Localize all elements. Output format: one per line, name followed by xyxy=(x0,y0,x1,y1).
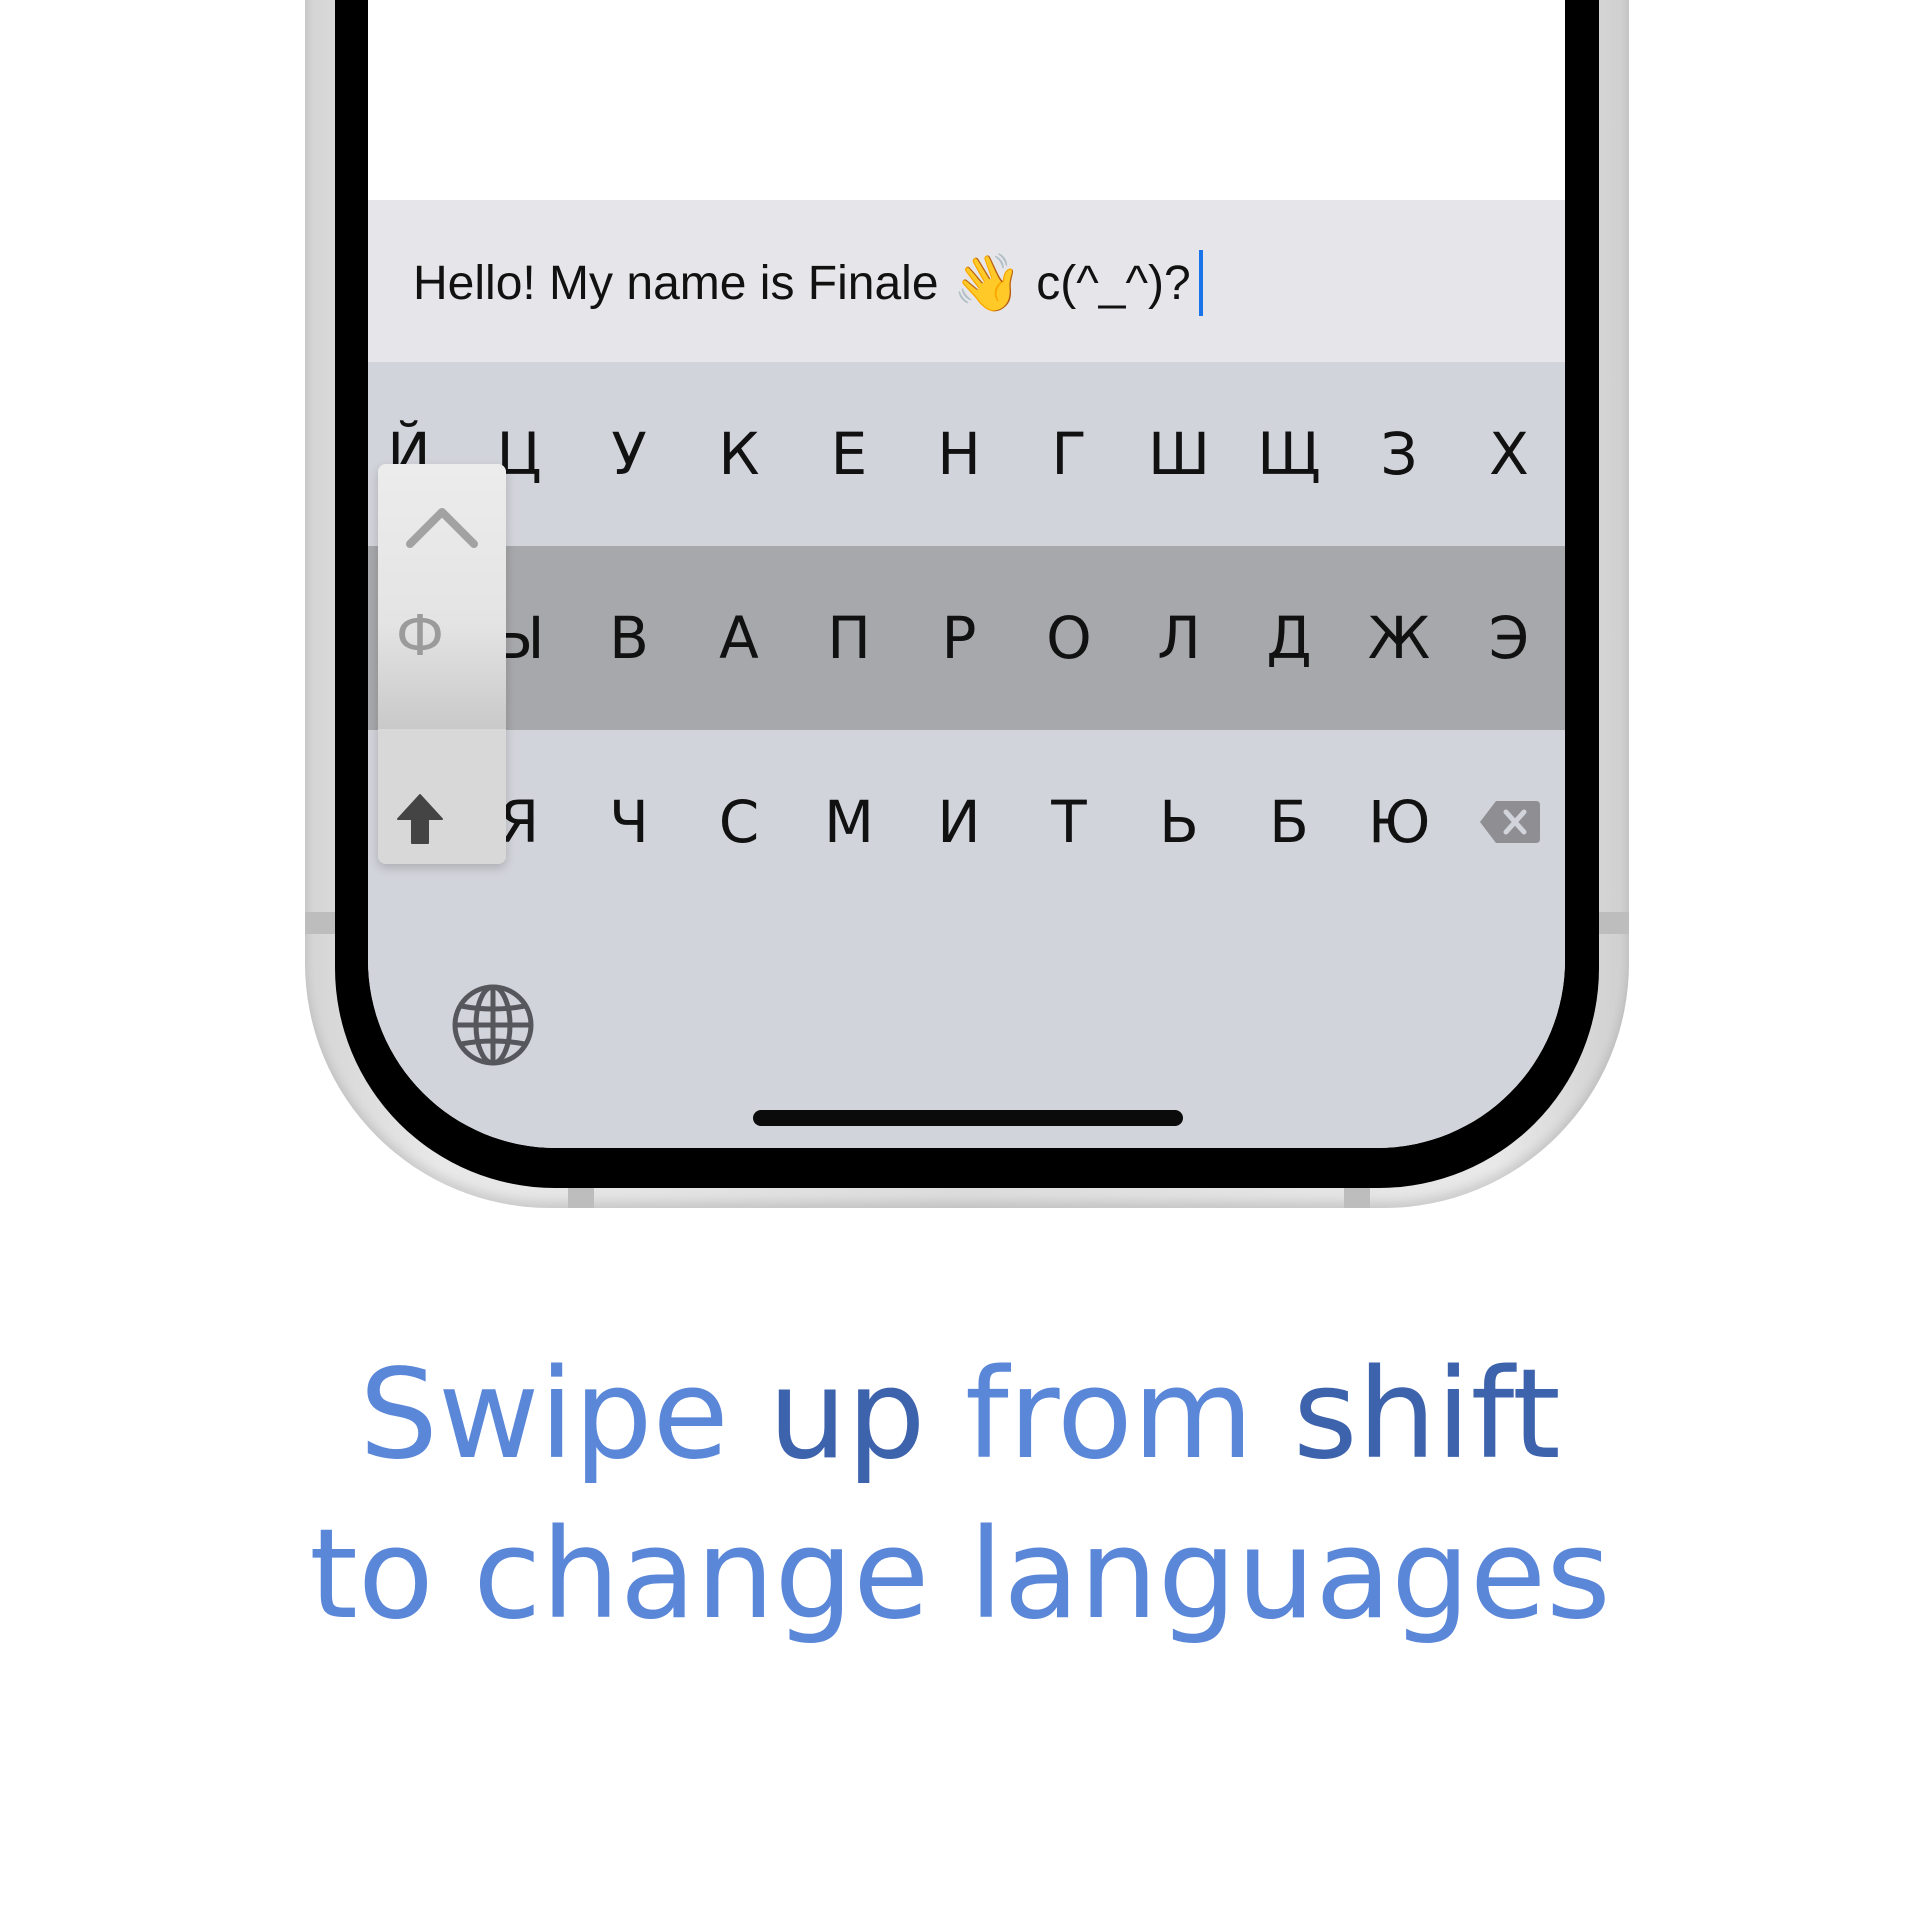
chevron-up-icon xyxy=(406,508,478,548)
key[interactable]: Т xyxy=(1014,730,1124,914)
key[interactable]: Э xyxy=(1454,546,1564,730)
keyboard-row-1: Й Ц У К Е Н Г Ш Щ З Х xyxy=(368,362,1565,546)
key[interactable]: Р xyxy=(904,546,1014,730)
text-caret xyxy=(1198,250,1203,316)
key[interactable]: Х xyxy=(1454,362,1564,546)
key[interactable]: Л xyxy=(1124,546,1234,730)
key[interactable]: С xyxy=(684,730,794,914)
key[interactable]: М xyxy=(794,730,904,914)
keyboard-row-3: Я Ч С М И Т Ь Б Ю xyxy=(368,730,1565,914)
waving-hand-emoji: 👋 xyxy=(952,251,1023,314)
popup-letter: Ф xyxy=(395,603,445,669)
key[interactable]: О xyxy=(1014,546,1124,730)
home-indicator xyxy=(753,1110,1183,1126)
caption-word-up: up xyxy=(768,1343,926,1487)
phone-antenna-band-left xyxy=(305,912,335,934)
key[interactable]: Ь xyxy=(1124,730,1234,914)
key[interactable]: Е xyxy=(794,362,904,546)
key[interactable]: А xyxy=(684,546,794,730)
typed-text: Hello! My name is Finale xyxy=(413,256,939,310)
globe-icon[interactable] xyxy=(450,982,536,1068)
language-switch-popup[interactable]: Ф xyxy=(378,464,506,864)
key[interactable]: З xyxy=(1344,362,1454,546)
key[interactable]: У xyxy=(574,362,684,546)
typed-text-line: Hello! My name is Finale 👋 c(^_^)? xyxy=(413,250,1203,316)
key[interactable]: Ж xyxy=(1344,546,1454,730)
caption-word-swipe: Swipe xyxy=(359,1343,729,1487)
caption-word-shift: shift xyxy=(1292,1343,1561,1487)
key[interactable]: И xyxy=(904,730,1014,914)
caption-word-from: from xyxy=(964,1343,1254,1487)
key[interactable]: Щ xyxy=(1234,362,1344,546)
backspace-icon[interactable] xyxy=(1478,790,1542,854)
shift-arrow-icon[interactable] xyxy=(392,791,448,847)
key[interactable]: Ч xyxy=(574,730,684,914)
key[interactable]: Г xyxy=(1014,362,1124,546)
key[interactable]: К xyxy=(684,362,794,546)
key[interactable]: В xyxy=(574,546,684,730)
key[interactable]: Д xyxy=(1234,546,1344,730)
key[interactable]: П xyxy=(794,546,904,730)
phone-antenna-band-bottom-left xyxy=(568,1188,594,1208)
phone-antenna-band-right xyxy=(1599,912,1629,934)
key[interactable]: Н xyxy=(904,362,1014,546)
caption-line-2: to change languages xyxy=(309,1503,1611,1647)
key[interactable]: Ю xyxy=(1344,730,1454,914)
phone-antenna-band-bottom-right xyxy=(1344,1188,1370,1208)
key[interactable]: Б xyxy=(1234,730,1344,914)
phone-screen: Hello! My name is Finale 👋 c(^_^)? Й Ц У… xyxy=(368,0,1565,1148)
keyboard-row-2: Ы В А П Р О Л Д Ж Э xyxy=(368,546,1565,730)
key[interactable]: Ш xyxy=(1124,362,1234,546)
emoticon-text: c(^_^)? xyxy=(1036,256,1191,310)
caption-line-1: Swipe up from shift xyxy=(0,1340,1920,1490)
text-input-field[interactable]: Hello! My name is Finale 👋 c(^_^)? xyxy=(368,200,1565,362)
keyboard: Й Ц У К Е Н Г Ш Щ З Х Ы В А П Р О Л Д Ж … xyxy=(368,362,1565,1148)
